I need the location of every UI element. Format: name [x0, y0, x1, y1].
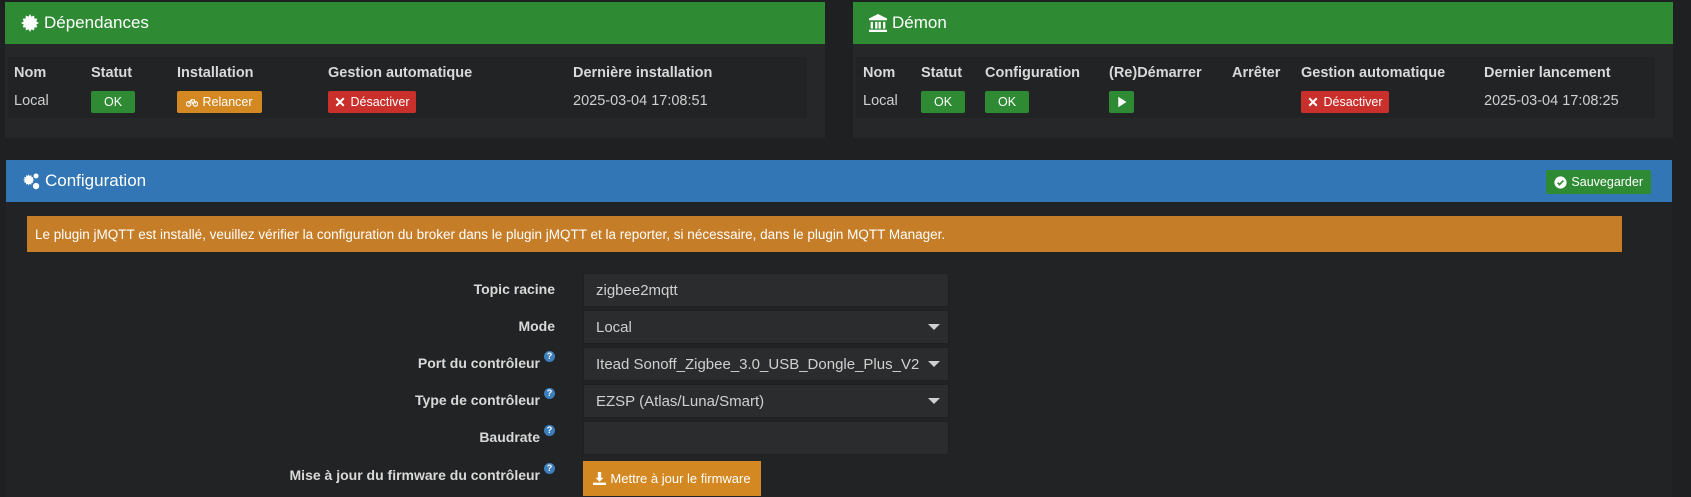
- dep-disable-auto-label: Désactiver: [350, 95, 410, 109]
- mode-value: Local: [596, 318, 632, 336]
- daemon-disable-auto-label: Désactiver: [1323, 95, 1383, 109]
- mode-label: Mode: [518, 318, 555, 334]
- mode-label-text: Mode: [518, 318, 555, 334]
- type-label-text: Type de contrôleur: [415, 392, 540, 408]
- jmqtt-alert: Le plugin jMQTT est installé, veuillez v…: [27, 216, 1622, 252]
- close-icon: [336, 97, 345, 107]
- baud-label-text: Baudrate: [479, 429, 540, 445]
- dep-status-label: OK: [103, 95, 123, 109]
- dependencies-table: Nom Statut Installation Gestion automati…: [8, 57, 807, 118]
- col-header: Statut: [91, 65, 133, 81]
- col-header: Gestion automatique: [328, 65, 473, 81]
- relaunch-label: Relancer: [202, 95, 253, 109]
- help-icon[interactable]: ?: [544, 425, 555, 436]
- daemon-config-label: OK: [997, 95, 1017, 109]
- col-header: Dernière installation: [573, 65, 713, 81]
- daemon-name: Local: [863, 93, 898, 109]
- firmware-label: Mise à jour du firmware du contrôleur?: [289, 463, 555, 483]
- col-header: Dernier lancement: [1484, 65, 1611, 81]
- daemon-panel: Démon Nom Statut Configuration (Re)Démar…: [853, 2, 1673, 138]
- alert-text: Le plugin jMQTT est installé, veuillez v…: [35, 226, 946, 242]
- daemon-status-badge: OK: [921, 91, 965, 113]
- daemon-table: Nom Statut Configuration (Re)Démarrer Ar…: [856, 57, 1655, 118]
- dependencies-panel: Dépendances Nom Statut Installation Gest…: [5, 2, 825, 138]
- type-label: Type de contrôleur?: [415, 388, 555, 408]
- play-icon: [1117, 96, 1126, 108]
- update-firmware-label: Mettre à jour le firmware: [610, 471, 751, 486]
- update-firmware-button[interactable]: Mettre à jour le firmware: [583, 461, 761, 496]
- save-label: Sauvegarder: [1571, 175, 1643, 189]
- check-circle-icon: [1554, 175, 1568, 189]
- bank-icon: [869, 14, 887, 32]
- col-header: Arrêter: [1232, 65, 1281, 81]
- help-icon[interactable]: ?: [544, 351, 555, 362]
- port-select[interactable]: Itead Sonoff_Zigbee_3.0_USB_Dongle_Plus_…: [583, 347, 949, 381]
- restart-button[interactable]: [1109, 91, 1134, 113]
- port-label: Port du contrôleur?: [417, 351, 555, 371]
- daemon-config-badge: OK: [985, 91, 1029, 113]
- col-header: Installation: [177, 65, 254, 81]
- col-header: Nom: [14, 65, 47, 81]
- col-header: Nom: [863, 65, 896, 81]
- chevron-down-icon: [928, 398, 940, 404]
- topic-value: zigbee2mqtt: [596, 281, 678, 299]
- help-icon[interactable]: ?: [544, 388, 555, 399]
- daemon-disable-auto-button[interactable]: Désactiver: [1301, 91, 1389, 113]
- topic-label: Topic racine: [474, 281, 555, 297]
- baud-label: Baudrate?: [479, 425, 555, 445]
- gears-icon: [22, 172, 40, 190]
- dependencies-title: Dépendances: [44, 13, 149, 32]
- col-header: Gestion automatique: [1301, 65, 1446, 81]
- type-select[interactable]: EZSP (Atlas/Luna/Smart): [583, 384, 949, 418]
- dep-name: Local: [14, 93, 49, 109]
- topic-input[interactable]: zigbee2mqtt: [583, 273, 949, 307]
- baud-input[interactable]: [583, 421, 949, 455]
- configuration-title: Configuration: [45, 171, 147, 190]
- save-button[interactable]: Sauvegarder: [1546, 170, 1651, 194]
- type-value: EZSP (Atlas/Luna/Smart): [596, 392, 765, 410]
- mode-select[interactable]: Local: [583, 310, 949, 344]
- relaunch-button[interactable]: Relancer: [177, 91, 262, 113]
- col-header: Configuration: [985, 65, 1081, 81]
- chevron-down-icon: [928, 361, 940, 367]
- firmware-label-text: Mise à jour du firmware du contrôleur: [289, 467, 540, 483]
- help-icon[interactable]: ?: [544, 463, 555, 474]
- col-header: (Re)Démarrer: [1109, 65, 1202, 81]
- port-value: Itead Sonoff_Zigbee_3.0_USB_Dongle_Plus_…: [596, 355, 920, 373]
- dep-status-badge: OK: [91, 91, 135, 113]
- daemon-last-launch: 2025-03-04 17:08:25: [1484, 93, 1619, 109]
- col-header: Statut: [921, 65, 963, 81]
- chevron-down-icon: [928, 324, 940, 330]
- close-icon: [1309, 97, 1318, 107]
- dependencies-header: Dépendances: [5, 2, 825, 44]
- dep-disable-auto-button[interactable]: Désactiver: [328, 91, 416, 113]
- configuration-header: Configuration: [6, 160, 1672, 202]
- daemon-status-label: OK: [933, 95, 953, 109]
- download-icon: [593, 472, 607, 485]
- topic-label-text: Topic racine: [473, 281, 555, 297]
- bicycle-icon: [186, 99, 199, 107]
- port-label-text: Port du contrôleur: [417, 355, 540, 371]
- daemon-header: Démon: [853, 2, 1673, 44]
- dep-last-install: 2025-03-04 17:08:51: [573, 93, 708, 109]
- gear-icon: [21, 14, 39, 32]
- daemon-title: Démon: [892, 13, 947, 32]
